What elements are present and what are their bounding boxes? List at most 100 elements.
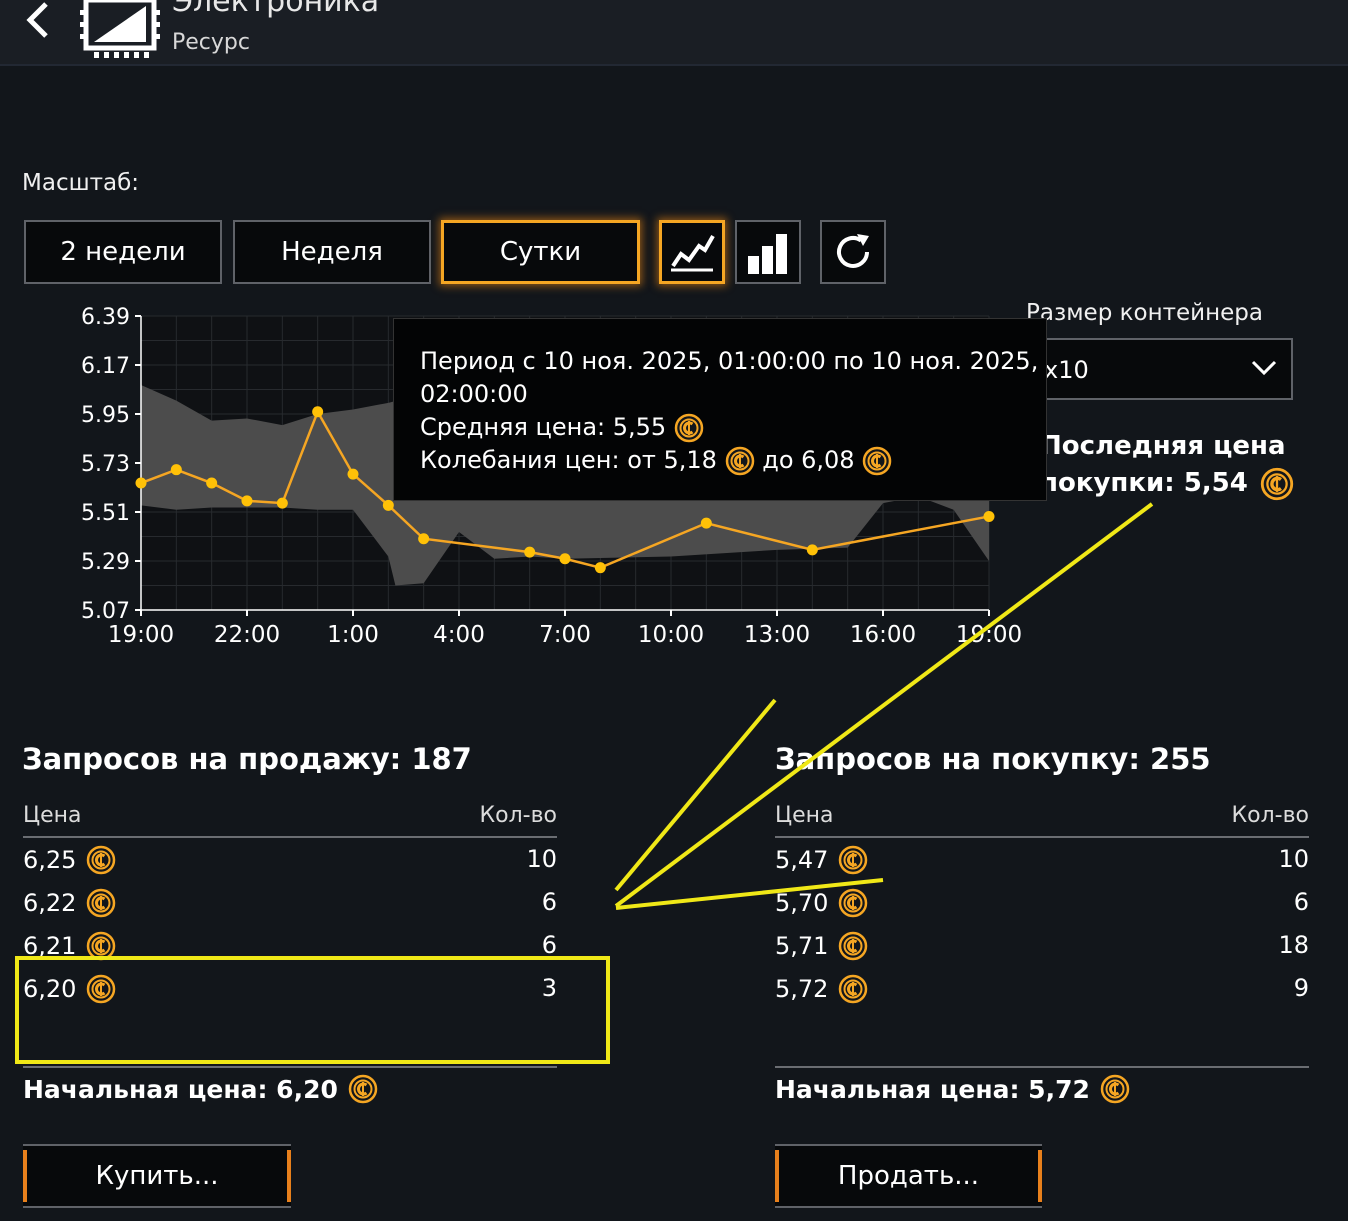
scale-week-button[interactable]: Неделя: [233, 220, 431, 284]
y-tick-label: 6.17: [81, 354, 130, 379]
back-arrow-icon[interactable]: [20, 0, 60, 40]
line-chart-toggle[interactable]: [659, 220, 725, 284]
data-point[interactable]: [559, 553, 571, 565]
sell-col-qty: Кол-во: [479, 803, 557, 828]
buy-start-price: Начальная цена: 5,72: [775, 1074, 1130, 1104]
tooltip-average: Средняя цена: 5,55: [420, 411, 1046, 444]
coin-icon: [1260, 467, 1294, 501]
sell-row-price[interactable]: 6,25: [23, 845, 116, 875]
buy-row-qty: 9: [1293, 974, 1309, 1002]
buy-button[interactable]: Купить...: [23, 1144, 291, 1208]
buy-col-qty: Кол-во: [1231, 803, 1309, 828]
bar-chart-toggle[interactable]: [735, 220, 801, 284]
buy-col-price: Цена: [775, 803, 834, 828]
sell-row-qty: 3: [541, 974, 557, 1002]
coin-icon: [862, 446, 892, 476]
data-point[interactable]: [206, 477, 218, 489]
buy-row-qty: 18: [1278, 931, 1309, 959]
scale-label: Масштаб:: [22, 170, 140, 196]
bar-chart-icon: [748, 234, 787, 274]
data-point[interactable]: [276, 497, 288, 509]
tooltip-period: Период с 10 ноя. 2025, 01:00:00 по 10 но…: [420, 347, 1039, 375]
data-point[interactable]: [347, 468, 359, 480]
sell-col-price: Цена: [23, 803, 82, 828]
sell-row-qty: 10: [526, 845, 557, 873]
sell-button[interactable]: Продать...: [775, 1144, 1042, 1208]
coin-icon: [86, 845, 116, 875]
x-tick-label: 19:00: [108, 622, 174, 648]
x-tick-label: 13:00: [744, 622, 810, 648]
coin-icon: [725, 446, 755, 476]
x-tick-label: 7:00: [539, 622, 591, 648]
divider: [23, 836, 557, 838]
buy-row-price[interactable]: 5,71: [775, 931, 868, 961]
x-tick-label: 22:00: [214, 622, 280, 648]
y-tick-label: 5.51: [81, 501, 130, 526]
data-point[interactable]: [594, 562, 606, 574]
coin-icon: [838, 888, 868, 918]
y-tick-label: 5.29: [81, 550, 130, 575]
x-tick-label: 10:00: [638, 622, 704, 648]
line-chart-icon: [671, 235, 715, 272]
chip-resource-icon: [80, 0, 160, 60]
tooltip-period-end: 02:00:00: [420, 380, 528, 408]
sell-row-price[interactable]: 6,21: [23, 931, 116, 961]
scale-2weeks-button[interactable]: 2 недели: [24, 220, 222, 284]
data-point[interactable]: [806, 544, 818, 556]
sell-start-price: Начальная цена: 6,20: [23, 1074, 378, 1104]
buy-row-price[interactable]: 5,70: [775, 888, 868, 918]
coin-icon: [838, 974, 868, 1004]
y-tick-label: 5.95: [81, 403, 130, 428]
sell-row-qty: 6: [541, 931, 557, 959]
data-point[interactable]: [983, 510, 995, 522]
data-point[interactable]: [170, 464, 182, 476]
sell-row-price[interactable]: 6,22: [23, 888, 116, 918]
sell-row-price[interactable]: 6,20: [23, 974, 116, 1004]
x-tick-label: 19:00: [956, 622, 1022, 648]
chart-tooltip: Период с 10 ноя. 2025, 01:00:00 по 10 но…: [393, 318, 1047, 501]
y-tick-label: 5.07: [81, 599, 130, 624]
buy-row-qty: 6: [1293, 888, 1309, 916]
resource-title: Электроника: [172, 0, 380, 19]
last-purchase-price: Последняя цена покупки: 5,54: [1040, 428, 1294, 502]
sell-requests-title: Запросов на продажу: 187: [22, 742, 472, 776]
buy-row-price[interactable]: 5,47: [775, 845, 868, 875]
divider: [775, 1066, 1309, 1068]
y-tick-label: 6.39: [81, 305, 130, 330]
coin-icon: [86, 974, 116, 1004]
coin-icon: [86, 931, 116, 961]
data-point[interactable]: [524, 546, 536, 558]
data-point[interactable]: [700, 517, 712, 529]
y-tick-label: 5.73: [81, 452, 130, 477]
refresh-button[interactable]: [820, 220, 886, 284]
data-point[interactable]: [418, 533, 430, 545]
x-tick-label: 4:00: [433, 622, 485, 648]
buy-requests-title: Запросов на покупку: 255: [775, 742, 1211, 776]
data-point[interactable]: [312, 406, 324, 418]
divider: [23, 1066, 557, 1068]
tooltip-range: Колебания цен: от 5,18 до 6,08: [420, 444, 1046, 477]
coin-icon: [838, 931, 868, 961]
resource-subtitle: Ресурс: [172, 30, 250, 55]
coin-icon: [838, 845, 868, 875]
data-point[interactable]: [135, 477, 147, 489]
annotation-arrow-line: [614, 698, 777, 892]
refresh-icon: [837, 234, 869, 268]
buy-row-qty: 10: [1278, 845, 1309, 873]
coin-icon: [1100, 1074, 1130, 1104]
x-tick-label: 1:00: [327, 622, 379, 648]
x-tick-label: 16:00: [850, 622, 916, 648]
divider: [775, 836, 1309, 838]
data-point[interactable]: [382, 499, 394, 511]
buy-row-price[interactable]: 5,72: [775, 974, 868, 1004]
chevron-down-icon: [1251, 360, 1277, 376]
coin-icon: [86, 888, 116, 918]
container-size-value: x10: [1044, 356, 1089, 384]
scale-day-button[interactable]: Сутки: [441, 220, 640, 284]
sell-row-qty: 6: [541, 888, 557, 916]
container-size-label: Размер контейнера: [1026, 300, 1263, 326]
container-size-select[interactable]: x10: [1020, 338, 1293, 400]
coin-icon: [348, 1074, 378, 1104]
data-point[interactable]: [241, 495, 253, 507]
coin-icon: [674, 413, 704, 443]
